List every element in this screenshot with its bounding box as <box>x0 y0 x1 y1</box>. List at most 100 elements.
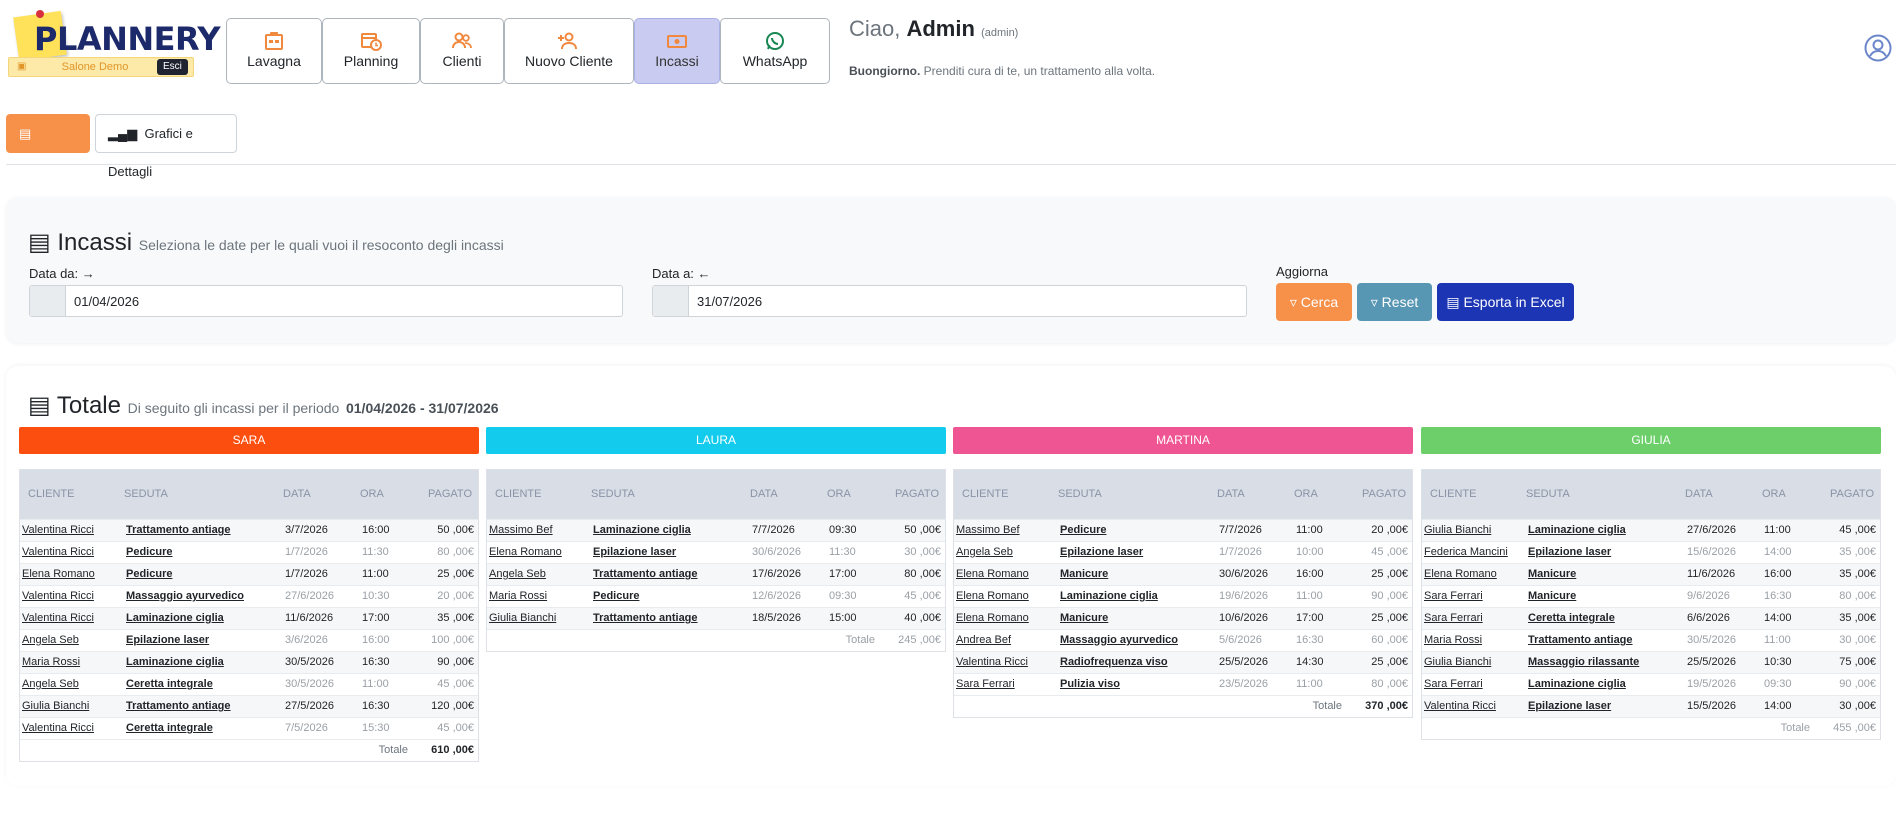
session-link[interactable]: Manicure <box>1060 568 1108 580</box>
session-link[interactable]: Epilazione laser <box>126 634 209 646</box>
session-link[interactable]: Laminazione ciglia <box>126 612 224 624</box>
session-link[interactable]: Laminazione ciglia <box>1060 590 1158 602</box>
session-link[interactable]: Pedicure <box>126 546 172 558</box>
column-header-seduta[interactable]: SEDUTA <box>1526 488 1570 500</box>
column-header-pagato[interactable]: PAGATO <box>1362 488 1406 500</box>
reset-button[interactable]: ▿ Reset <box>1357 283 1432 321</box>
column-header-pagato[interactable]: PAGATO <box>428 488 472 500</box>
session-link[interactable]: Epilazione laser <box>1528 700 1611 712</box>
client-link[interactable]: Sara Ferrari <box>1424 590 1483 602</box>
column-header-ora[interactable]: ORA <box>1762 488 1786 500</box>
user-profile-icon[interactable] <box>1864 34 1892 62</box>
client-link[interactable]: Valentina Ricci <box>956 656 1028 668</box>
session-link[interactable]: Pulizia viso <box>1060 678 1120 690</box>
column-header-seduta[interactable]: SEDUTA <box>124 488 168 500</box>
column-header-ora[interactable]: ORA <box>360 488 384 500</box>
client-link[interactable]: Maria Rossi <box>1424 634 1482 646</box>
client-link[interactable]: Sara Ferrari <box>1424 678 1483 690</box>
column-header-data[interactable]: DATA <box>1685 488 1713 500</box>
session-link[interactable]: Epilazione laser <box>593 546 676 558</box>
client-link[interactable]: Elena Romano <box>956 568 1029 580</box>
column-header-ora[interactable]: ORA <box>1294 488 1318 500</box>
column-header-seduta[interactable]: SEDUTA <box>591 488 635 500</box>
tab-grafici[interactable]: ▂▄▆ Grafici e Dettagli <box>95 114 237 179</box>
client-link[interactable]: Angela Seb <box>22 678 79 690</box>
column-header-seduta[interactable]: SEDUTA <box>1058 488 1102 500</box>
nav-clienti[interactable]: Clienti <box>420 18 504 84</box>
session-link[interactable]: Massaggio ayurvedico <box>1060 634 1178 646</box>
column-header-pagato[interactable]: PAGATO <box>895 488 939 500</box>
client-link[interactable]: Federica Mancini <box>1424 546 1508 558</box>
client-link[interactable]: Elena Romano <box>489 546 562 558</box>
tab-incassi[interactable]: ▤ Incassi <box>6 114 90 179</box>
column-header-data[interactable]: DATA <box>1217 488 1245 500</box>
session-link[interactable]: Massaggio rilassante <box>1528 656 1639 668</box>
client-link[interactable]: Massimo Bef <box>489 524 553 536</box>
client-link[interactable]: Sara Ferrari <box>956 678 1015 690</box>
session-link[interactable]: Pedicure <box>593 590 639 602</box>
session-link[interactable]: Ceretta integrale <box>1528 612 1615 624</box>
session-link[interactable]: Manicure <box>1060 612 1108 624</box>
client-link[interactable]: Maria Rossi <box>22 656 80 668</box>
column-header-cliente[interactable]: CLIENTE <box>962 488 1008 500</box>
client-link[interactable]: Maria Rossi <box>489 590 547 602</box>
client-link[interactable]: Giulia Bianchi <box>489 612 556 624</box>
export-excel-button[interactable]: ▤ Esporta in Excel <box>1437 283 1574 321</box>
client-link[interactable]: Elena Romano <box>1424 568 1497 580</box>
column-header-pagato[interactable]: PAGATO <box>1830 488 1874 500</box>
exit-button[interactable]: Esci <box>157 59 188 75</box>
client-link[interactable]: Giulia Bianchi <box>1424 656 1491 668</box>
nav-nuovo-cliente[interactable]: Nuovo Cliente <box>504 18 634 84</box>
session-link[interactable]: Laminazione ciglia <box>126 656 224 668</box>
session-link[interactable]: Manicure <box>1528 568 1576 580</box>
session-link[interactable]: Trattamento antiage <box>126 700 231 712</box>
client-link[interactable]: Elena Romano <box>956 590 1029 602</box>
session-link[interactable]: Trattamento antiage <box>126 524 231 536</box>
client-link[interactable]: Angela Seb <box>22 634 79 646</box>
session-link[interactable]: Trattamento antiage <box>593 568 698 580</box>
nav-whatsapp[interactable]: WhatsApp <box>720 18 830 84</box>
session-link[interactable]: Laminazione ciglia <box>1528 524 1626 536</box>
client-link[interactable]: Angela Seb <box>956 546 1013 558</box>
client-link[interactable]: Valentina Ricci <box>22 524 94 536</box>
client-link[interactable]: Valentina Ricci <box>22 546 94 558</box>
session-link[interactable]: Massaggio ayurvedico <box>126 590 244 602</box>
table-header: CLIENTE SEDUTA DATA ORA PAGATO <box>1422 470 1880 519</box>
client-link[interactable]: Elena Romano <box>22 568 95 580</box>
nav-incassi[interactable]: Incassi <box>634 18 720 84</box>
session-link[interactable]: Manicure <box>1528 590 1576 602</box>
column-header-cliente[interactable]: CLIENTE <box>28 488 74 500</box>
date-to-field[interactable]: 31/07/2026 <box>652 285 1247 317</box>
session-link[interactable]: Trattamento antiage <box>593 612 698 624</box>
search-button[interactable]: ▿ Cerca <box>1276 283 1352 321</box>
client-link[interactable]: Valentina Ricci <box>22 612 94 624</box>
client-link[interactable]: Sara Ferrari <box>1424 612 1483 624</box>
client-link[interactable]: Giulia Bianchi <box>22 700 89 712</box>
client-link[interactable]: Massimo Bef <box>956 524 1020 536</box>
column-header-data[interactable]: DATA <box>750 488 778 500</box>
column-header-cliente[interactable]: CLIENTE <box>1430 488 1476 500</box>
client-link[interactable]: Andrea Bef <box>956 634 1011 646</box>
session-link[interactable]: Ceretta integrale <box>126 678 213 690</box>
client-link[interactable]: Giulia Bianchi <box>1424 524 1491 536</box>
session-link[interactable]: Trattamento antiage <box>1528 634 1633 646</box>
session-link[interactable]: Epilazione laser <box>1528 546 1611 558</box>
session-link[interactable]: Radiofrequenza viso <box>1060 656 1168 668</box>
client-link[interactable]: Angela Seb <box>489 568 546 580</box>
client-link[interactable]: Valentina Ricci <box>22 722 94 734</box>
column-header-ora[interactable]: ORA <box>827 488 851 500</box>
session-link[interactable]: Laminazione ciglia <box>593 524 691 536</box>
nav-lavagna[interactable]: Lavagna <box>226 18 322 84</box>
date-from-field[interactable]: 01/04/2026 <box>29 285 623 317</box>
nav-planning[interactable]: Planning <box>322 18 420 84</box>
column-header-cliente[interactable]: CLIENTE <box>495 488 541 500</box>
client-link[interactable]: Valentina Ricci <box>22 590 94 602</box>
client-link[interactable]: Valentina Ricci <box>1424 700 1496 712</box>
session-link[interactable]: Pedicure <box>126 568 172 580</box>
session-link[interactable]: Epilazione laser <box>1060 546 1143 558</box>
session-link[interactable]: Ceretta integrale <box>126 722 213 734</box>
column-header-data[interactable]: DATA <box>283 488 311 500</box>
session-link[interactable]: Pedicure <box>1060 524 1106 536</box>
client-link[interactable]: Elena Romano <box>956 612 1029 624</box>
session-link[interactable]: Laminazione ciglia <box>1528 678 1626 690</box>
